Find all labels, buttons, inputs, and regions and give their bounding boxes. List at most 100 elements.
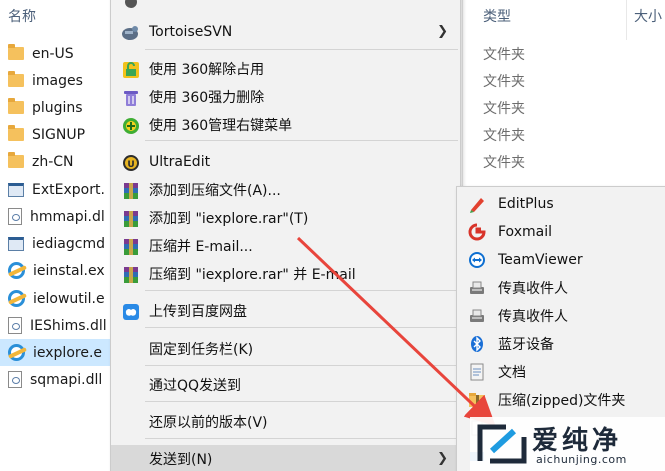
- aichunjing-logo-icon: [477, 424, 527, 464]
- file-row[interactable]: IEShims.dll: [0, 312, 110, 339]
- send-to-editplus[interactable]: EditPlus: [457, 190, 665, 218]
- menu-item-label: 使用 360强力删除: [149, 90, 265, 106]
- file-name: sqmapi.dll: [30, 371, 103, 388]
- menu-item-label: 上传到百度网盘: [149, 304, 247, 320]
- zip-folder-icon: [468, 391, 486, 409]
- menu-item-label: 发送到(N): [149, 452, 213, 468]
- ie-icon: [8, 262, 25, 279]
- file-name: hmmapi.dl: [30, 208, 105, 225]
- column-header-size[interactable]: 大小: [634, 6, 662, 26]
- ultraedit-icon: U: [121, 153, 140, 172]
- menu-item-label: 还原以前的版本(V): [149, 415, 268, 431]
- menu-item-label: 添加到压缩文件(A)...: [149, 183, 281, 199]
- menu-item-partial[interactable]: [111, 0, 460, 15]
- file-row[interactable]: ielowutil.e: [0, 285, 110, 312]
- menu-separator: [145, 49, 458, 50]
- file-row[interactable]: ExtExport.: [0, 176, 110, 203]
- file-row[interactable]: plugins: [0, 94, 110, 121]
- file-row[interactable]: images: [0, 67, 110, 94]
- file-name: en-US: [32, 45, 74, 62]
- file-row[interactable]: en-US: [0, 40, 110, 67]
- file-name: iexplore.e: [33, 344, 103, 361]
- send-to-documents[interactable]: 文档: [457, 358, 665, 386]
- file-row[interactable]: ieinstal.ex: [0, 257, 110, 284]
- send-to-fax[interactable]: 传真收件人: [457, 274, 665, 302]
- menu-item-baidu-upload[interactable]: 上传到百度网盘: [111, 297, 460, 325]
- file-name: IEShims.dll: [30, 317, 107, 334]
- file-name: images: [32, 72, 83, 89]
- baidu-netdisk-icon: [121, 302, 140, 321]
- send-to-fax[interactable]: 传真收件人: [457, 302, 665, 330]
- bluetooth-icon: [468, 335, 486, 353]
- submenu-item-label: TeamViewer: [498, 252, 583, 268]
- file-row[interactable]: hmmapi.dl: [0, 203, 110, 230]
- submenu-item-label: 文档: [498, 365, 526, 381]
- send-to-bluetooth[interactable]: 蓝牙设备: [457, 330, 665, 358]
- submenu-item-label: 传真收件人: [498, 281, 568, 297]
- column-header-type[interactable]: 类型: [483, 6, 511, 26]
- menu-item-label: TortoiseSVN: [149, 24, 233, 40]
- menu-item-label: UltraEdit: [149, 154, 211, 170]
- context-menu: TortoiseSVN ❯ 使用 360解除占用 使用 360强力删除 使用 3…: [110, 0, 461, 471]
- ie-icon: [8, 290, 25, 307]
- file-name: ieinstal.ex: [33, 262, 105, 279]
- editplus-icon: [468, 195, 486, 213]
- column-divider[interactable]: [462, 0, 463, 190]
- menu-item-label: 使用 360管理右键菜单: [149, 118, 293, 134]
- folder-icon: [8, 152, 24, 168]
- chevron-right-icon: ❯: [437, 451, 448, 466]
- file-row[interactable]: iediagcmd: [0, 230, 110, 257]
- folder-icon: [8, 71, 24, 87]
- submenu-item-label: Foxmail: [498, 224, 552, 240]
- exe-icon: [8, 182, 24, 197]
- winrar-icon: [121, 265, 140, 284]
- file-name: ielowutil.e: [33, 290, 105, 307]
- fax-icon: [468, 279, 486, 297]
- menu-item-restore-versions[interactable]: 还原以前的版本(V): [111, 408, 460, 436]
- menu-item-compress-email[interactable]: 压缩并 E-mail...: [111, 232, 460, 260]
- documents-icon: [468, 363, 486, 381]
- file-row[interactable]: zh-CN: [0, 148, 110, 175]
- menu-item-label: 压缩到 "iexplore.rar" 并 E-mail: [149, 267, 356, 283]
- menu-item-label: 通过QQ发送到: [149, 378, 242, 394]
- send-to-teamviewer[interactable]: TeamViewer: [457, 246, 665, 274]
- dll-icon: [8, 208, 22, 225]
- exe-icon: [8, 236, 24, 251]
- unknown-icon: [121, 0, 140, 11]
- ie-icon: [8, 344, 25, 361]
- folder-icon: [8, 98, 24, 114]
- send-to-foxmail[interactable]: Foxmail: [457, 218, 665, 246]
- column-header-name[interactable]: 名称: [8, 6, 36, 26]
- menu-separator: [145, 365, 458, 366]
- menu-separator: [145, 290, 458, 291]
- submenu-item-label: 传真收件人: [498, 309, 568, 325]
- menu-item-compress-rar-email[interactable]: 压缩到 "iexplore.rar" 并 E-mail: [111, 260, 460, 288]
- send-to-zip[interactable]: 压缩(zipped)文件夹: [457, 386, 665, 414]
- file-row-selected[interactable]: iexplore.e: [0, 339, 110, 366]
- submenu-item-label: EditPlus: [498, 196, 554, 212]
- column-divider[interactable]: [626, 0, 627, 40]
- menu-item-label: 固定到任务栏(K): [149, 342, 254, 358]
- chevron-right-icon: ❯: [437, 24, 448, 39]
- menu-item-360-delete[interactable]: 使用 360强力删除: [111, 83, 460, 111]
- menu-item-label: 使用 360解除占用: [149, 62, 265, 78]
- menu-item-tortoisesvn[interactable]: TortoiseSVN ❯: [111, 18, 460, 46]
- menu-item-add-to-rar[interactable]: 添加到 "iexplore.rar"(T): [111, 204, 460, 232]
- folder-icon: [8, 44, 24, 60]
- menu-item-send-qq[interactable]: 通过QQ发送到: [111, 371, 460, 399]
- menu-item-360-unlock[interactable]: 使用 360解除占用: [111, 55, 460, 83]
- teamviewer-icon: [468, 251, 486, 269]
- menu-item-360-manage[interactable]: 使用 360管理右键菜单: [111, 111, 460, 139]
- menu-item-ultraedit[interactable]: U UltraEdit: [111, 148, 460, 176]
- menu-item-pin-taskbar[interactable]: 固定到任务栏(K): [111, 335, 460, 363]
- winrar-icon: [121, 181, 140, 200]
- file-name: plugins: [32, 99, 83, 116]
- file-row[interactable]: sqmapi.dll: [0, 366, 110, 393]
- menu-item-add-archive[interactable]: 添加到压缩文件(A)...: [111, 176, 460, 204]
- watermark: 爱纯净 aichunjing.com: [470, 417, 665, 471]
- submenu-item-label: 蓝牙设备: [498, 337, 554, 353]
- file-row[interactable]: SIGNUP: [0, 121, 110, 148]
- dll-icon: [8, 317, 22, 334]
- type-cell: 文件夹: [483, 128, 525, 144]
- menu-item-send-to[interactable]: 发送到(N) ❯: [111, 445, 460, 471]
